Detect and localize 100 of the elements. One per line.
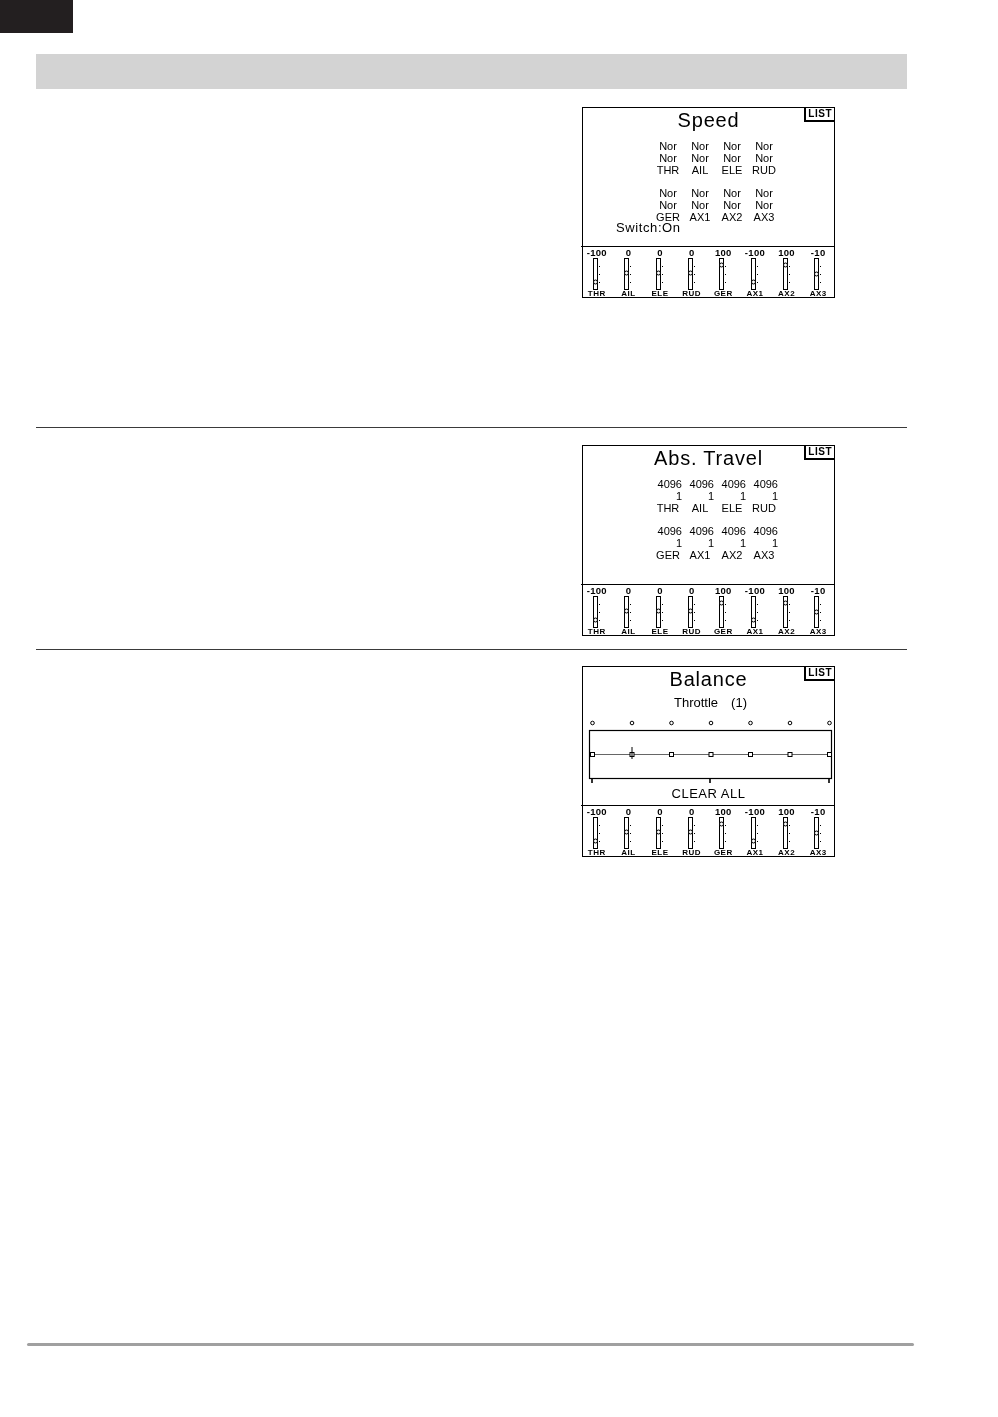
channel-value: 100 [714,248,732,257]
circle-marker-icon [669,720,674,726]
setting-value: 4096 [752,478,779,490]
channel-label: THR [587,849,606,857]
setting-value: 4096 [656,478,683,490]
action-label: CLEAR ALL [671,787,746,800]
channel-value: -100 [744,586,766,595]
setting-value: Nor [754,140,774,152]
channel-name: RUD [751,502,777,514]
channel-value: -10 [810,807,826,816]
setting-value: 1 [770,490,779,502]
screen-title: Abs. Travel [654,446,763,470]
channel-name: AX2 [720,211,744,223]
index-label: (1) [731,696,747,710]
channel-value: 100 [778,248,795,257]
screen-title: Speed [677,108,740,132]
channel-name: AX3 [752,211,776,223]
channel-name: AIL [690,502,710,514]
channel-label: THR [587,628,606,636]
channel-label: AIL [621,849,636,857]
channel-value: -100 [586,248,607,257]
channel-label: AIL [621,290,636,298]
channel-value: -100 [744,807,766,816]
channel-value: 0 [688,807,695,816]
channel-name: ELE [720,164,744,176]
setting-value: Nor [754,199,774,211]
channel-value: -100 [586,586,607,595]
setting-value: 4096 [720,525,747,537]
channel-value: -100 [744,248,766,257]
channel-label: ELE [651,290,669,298]
channel-name: AX1 [688,549,712,561]
setting-value: Nor [690,199,710,211]
channel-value: 100 [714,807,732,816]
circle-marker-icon [827,720,832,726]
setting-value: Nor [690,152,710,164]
setting-value: Nor [658,187,678,199]
channel-label: ELE [651,628,669,636]
channel-label: AX1 [746,849,764,857]
channel-label: AX3 [809,290,827,298]
setting-value: 1 [706,537,715,549]
setting-value: Nor [754,187,774,199]
channel-label: AX3 [809,628,827,636]
setting-value: 4096 [688,525,715,537]
circle-marker-icon [787,720,793,726]
channel-label: RUD [682,628,702,636]
circle-marker-icon [708,720,714,726]
circle-marker-icon [629,720,635,726]
channel-label: RUD [682,290,702,298]
channel-name: GER [655,549,681,561]
channel-value: 100 [778,586,795,595]
channel-value: 0 [625,248,632,257]
channel-label: AX3 [809,849,827,857]
channel-label: GER [713,290,733,298]
setting-value: Nor [722,187,742,199]
channel-value: 0 [657,807,663,816]
setting-value: Nor [722,199,742,211]
channel-value: -10 [810,248,826,257]
channel-name: THR [655,164,681,176]
channel-label: THR [587,290,606,298]
list-badge: LIST [804,108,834,122]
channel-label: AX1 [746,290,764,298]
channel-value: 0 [657,586,663,595]
channel-value: 100 [714,586,732,595]
channel-name: AX1 [688,211,712,223]
channel-label: AX1 [746,628,764,636]
channel-name: AX3 [752,549,776,561]
channel-label: AX2 [778,628,796,636]
channel-label: AX2 [778,290,796,298]
circle-marker-icon [590,720,595,726]
setting-value: 1 [674,537,683,549]
channel-label: ELE [651,849,669,857]
setting-value: Nor [690,187,710,199]
setting-value: Nor [658,140,678,152]
setting-value: Nor [754,152,774,164]
setting-value: 4096 [656,525,683,537]
setting-value: Nor [722,152,742,164]
channel-heading: Throttle [674,696,719,710]
setting-value: Nor [658,152,678,164]
list-badge: LIST [804,667,834,681]
channel-label: GER [713,628,733,636]
channel-value: -10 [810,586,826,595]
channel-value: 100 [778,807,795,816]
setting-value: Nor [658,199,678,211]
screen-title: Balance [669,667,748,691]
channel-label: GER [713,849,733,857]
setting-value: Nor [690,140,710,152]
channel-value: 0 [688,586,695,595]
channel-value: 0 [625,807,632,816]
setting-value: 4096 [720,478,747,490]
setting-value: 1 [674,490,683,502]
setting-value: Nor [722,140,742,152]
channel-name: THR [655,502,681,514]
circle-marker-icon [748,720,753,726]
channel-value: 0 [625,586,632,595]
list-badge: LIST [804,446,834,460]
setting-value: 4096 [688,478,715,490]
setting-value: 4096 [752,525,779,537]
channel-label: AIL [621,628,636,636]
channel-name: ELE [720,502,744,514]
setting-value: 1 [770,537,779,549]
